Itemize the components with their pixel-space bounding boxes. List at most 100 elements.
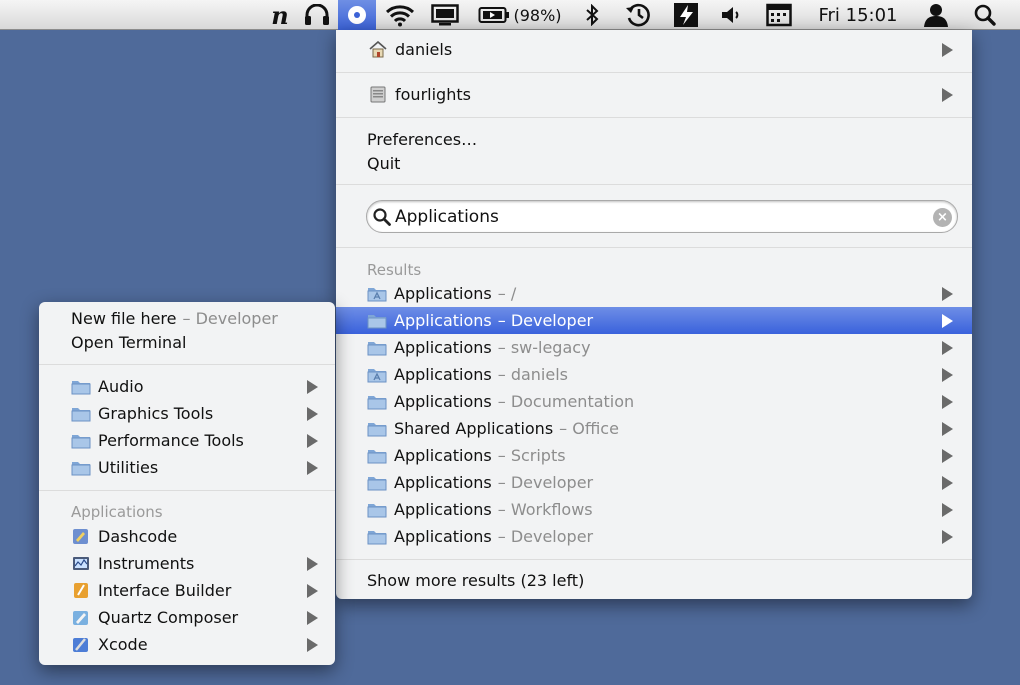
spotlight-icon[interactable] (968, 0, 1002, 30)
result-item[interactable]: Applications – Documentation (336, 388, 972, 415)
clear-search-icon[interactable]: × (933, 208, 952, 227)
submenu-arrow-icon (942, 422, 953, 436)
result-item[interactable]: Applications – Workflows (336, 496, 972, 523)
result-context: – Developer (497, 311, 594, 330)
subfolder-item[interactable]: Utilities (39, 454, 335, 481)
folder-icon (71, 405, 91, 422)
application-item[interactable]: Dashcode (39, 523, 335, 550)
quit-label: Quit (367, 154, 401, 173)
menubar-clock[interactable]: Fri 15:01 (808, 0, 908, 30)
result-item[interactable]: Applications – sw-legacy (336, 334, 972, 361)
user-icon[interactable] (918, 0, 954, 30)
target-icon[interactable] (338, 0, 376, 30)
separator (39, 490, 335, 491)
submenu-arrow-icon (942, 503, 953, 517)
show-more-results-item[interactable]: Show more results (23 left) (336, 567, 972, 594)
application-item[interactable]: Xcode (39, 631, 335, 658)
result-context: – daniels (497, 365, 568, 384)
folder-icon (367, 312, 387, 329)
quartz-composer-icon (71, 609, 91, 626)
n-app-glyph: n (271, 0, 289, 30)
folder-submenu: New file here – Developer Open Terminal … (39, 302, 335, 665)
submenu-arrow-icon (942, 43, 953, 57)
result-context: – Developer (497, 527, 594, 546)
submenu-arrow-icon (307, 611, 318, 625)
result-item[interactable]: Applications – Developer (336, 307, 972, 334)
folder-icon (367, 474, 387, 491)
folder-icon (367, 447, 387, 464)
application-label: Xcode (98, 635, 148, 654)
place-item-fourlights[interactable]: fourlights (336, 81, 972, 108)
result-item[interactable]: Shared Applications – Office (336, 415, 972, 442)
result-name: Applications (394, 446, 492, 465)
result-name: Applications (394, 392, 492, 411)
place-label: daniels (395, 40, 453, 59)
submenu-arrow-icon (942, 530, 953, 544)
search-icon (373, 207, 391, 226)
place-item-daniels[interactable]: daniels (336, 36, 972, 63)
apps-folder-icon (367, 366, 387, 383)
flash-icon[interactable] (670, 0, 702, 30)
volume-icon[interactable] (716, 0, 744, 30)
result-context: – Workflows (497, 500, 593, 519)
result-item[interactable]: Applications – daniels (336, 361, 972, 388)
submenu-arrow-icon (942, 287, 953, 301)
open-terminal-label: Open Terminal (71, 333, 187, 352)
application-item[interactable]: Instruments (39, 550, 335, 577)
bluetooth-icon[interactable] (580, 0, 604, 30)
separator (336, 184, 972, 185)
separator (336, 247, 972, 248)
time-machine-icon[interactable] (622, 0, 654, 30)
search-field[interactable]: × (366, 200, 958, 233)
application-label: Quartz Composer (98, 608, 239, 627)
application-item[interactable]: Quartz Composer (39, 604, 335, 631)
drive-icon (368, 86, 388, 103)
calendar-icon[interactable] (762, 0, 796, 30)
new-file-here-item[interactable]: New file here – Developer (39, 305, 335, 332)
headphones-icon[interactable] (300, 0, 334, 30)
submenu-arrow-icon (942, 395, 953, 409)
folder-icon (71, 378, 91, 395)
preferences-label: Preferences… (367, 130, 478, 149)
apps-folder-icon (367, 285, 387, 302)
submenu-arrow-icon (942, 341, 953, 355)
separator (39, 364, 335, 365)
preferences-item[interactable]: Preferences… (336, 126, 972, 153)
submenu-arrow-icon (307, 380, 318, 394)
wifi-icon[interactable] (382, 0, 418, 30)
result-name: Shared Applications (394, 419, 554, 438)
battery-percent: (98%) (513, 5, 562, 25)
battery-status[interactable]: (98%) (474, 0, 566, 30)
separator (336, 72, 972, 73)
n-app-icon[interactable]: n (266, 0, 294, 30)
submenu-arrow-icon (307, 584, 318, 598)
folder-icon (71, 459, 91, 476)
result-item[interactable]: Applications – / (336, 280, 972, 307)
place-label: fourlights (395, 85, 471, 104)
submenu-arrow-icon (307, 434, 318, 448)
display-icon[interactable] (428, 0, 462, 30)
subfolder-item[interactable]: Performance Tools (39, 427, 335, 454)
subfolder-label: Graphics Tools (98, 404, 214, 423)
result-context: – sw-legacy (497, 338, 591, 357)
folder-icon (367, 393, 387, 410)
result-name: Applications (394, 365, 492, 384)
show-more-label: Show more results (23 left) (367, 571, 585, 590)
subfolder-item[interactable]: Audio (39, 373, 335, 400)
quit-item[interactable]: Quit (336, 150, 972, 177)
application-item[interactable]: Interface Builder (39, 577, 335, 604)
result-item[interactable]: Applications – Developer (336, 523, 972, 550)
result-name: Applications (394, 311, 492, 330)
search-input[interactable] (395, 206, 915, 227)
submenu-arrow-icon (307, 557, 318, 571)
subfolder-item[interactable]: Graphics Tools (39, 400, 335, 427)
dashcode-icon (71, 528, 91, 545)
submenu-arrow-icon (942, 88, 953, 102)
result-item[interactable]: Applications – Scripts (336, 442, 972, 469)
battery-icon (478, 7, 510, 23)
result-item[interactable]: Applications – Developer (336, 469, 972, 496)
result-context: – / (497, 284, 517, 303)
open-terminal-item[interactable]: Open Terminal (39, 329, 335, 356)
subfolder-label: Utilities (98, 458, 159, 477)
new-file-context: – Developer (182, 309, 278, 328)
